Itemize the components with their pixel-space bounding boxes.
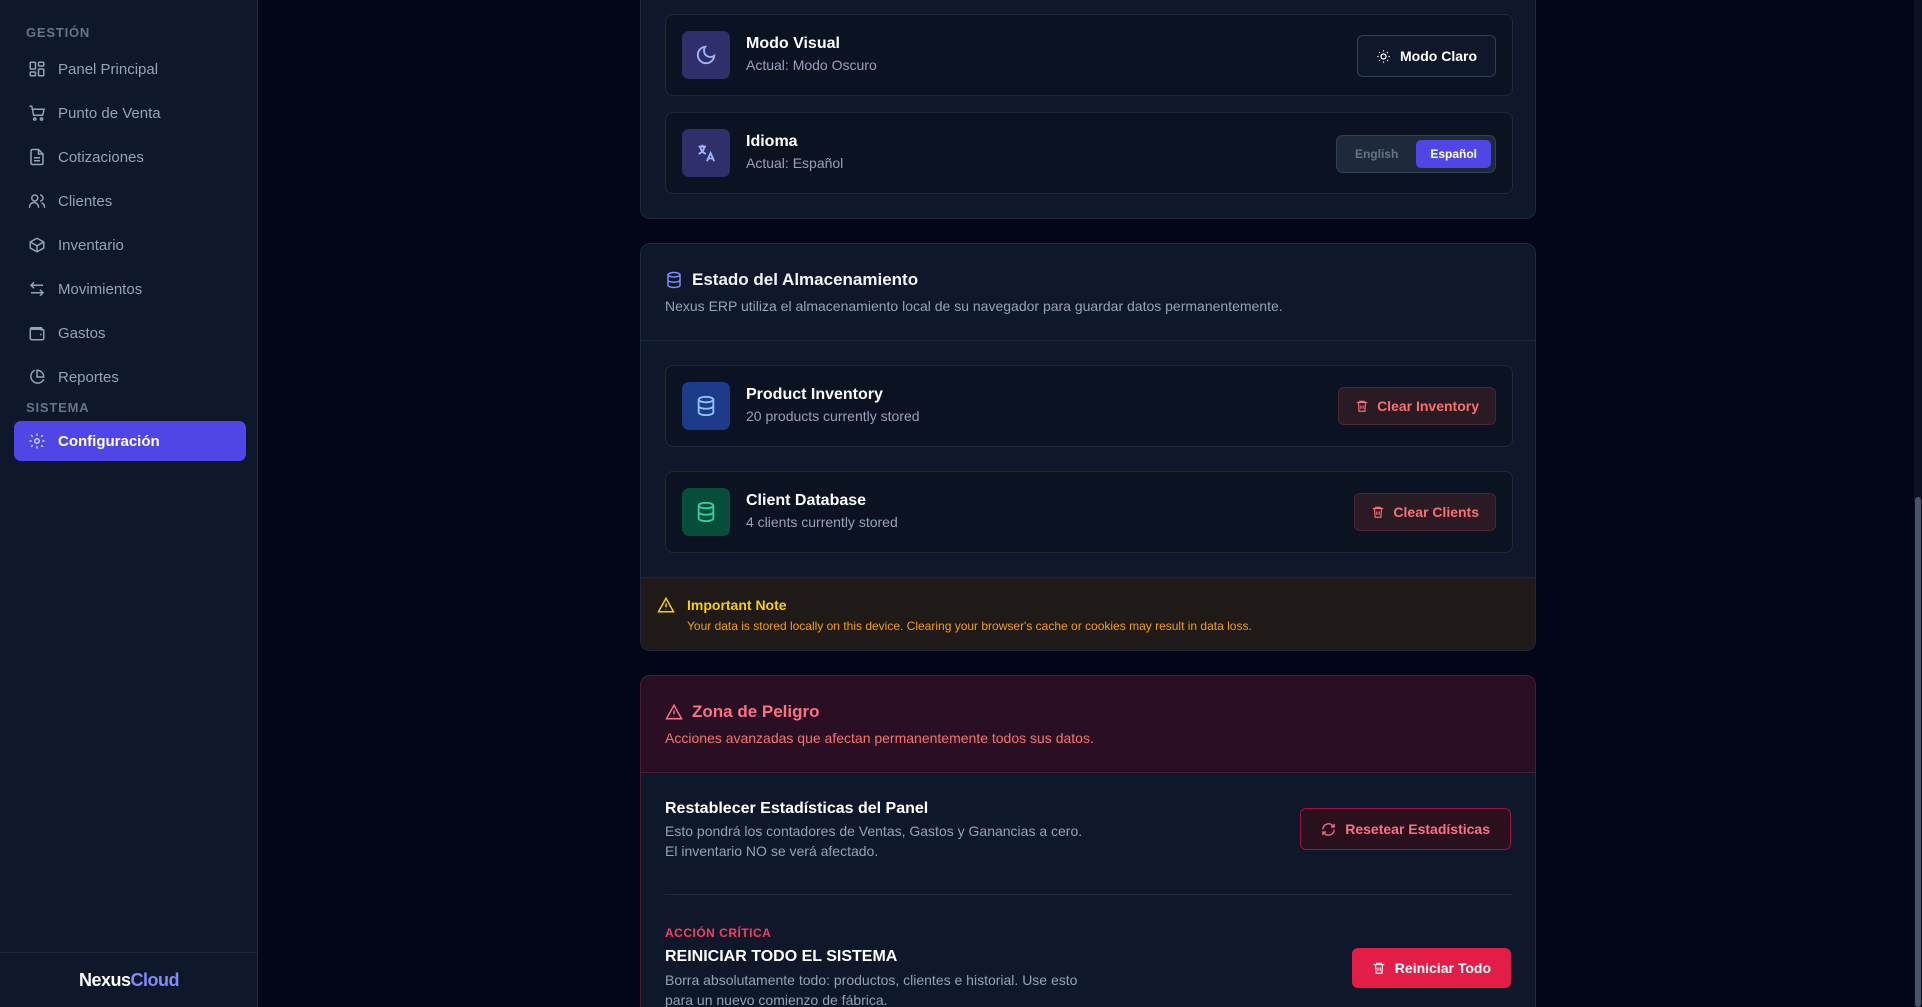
clear-clients-button[interactable]: Clear Clients — [1354, 493, 1496, 531]
client-database-title: Client Database — [746, 492, 867, 509]
clear-clients-label: Clear Clients — [1393, 504, 1479, 520]
sidebar-item-gastos[interactable]: Gastos — [14, 313, 246, 353]
database-icon — [682, 488, 730, 536]
sidebar-item-label: Clientes — [58, 192, 113, 210]
clear-inventory-label: Clear Inventory — [1377, 398, 1479, 414]
light-mode-button[interactable]: Modo Claro — [1357, 35, 1496, 77]
visual-mode-row: Modo Visual Actual: Modo Oscuro Modo Cla… — [665, 14, 1513, 96]
language-title: Idioma — [746, 133, 798, 150]
sidebar-item-label: Configuración — [58, 432, 160, 450]
sidebar-item-label: Cotizaciones — [58, 148, 144, 166]
reset-stats-line2: El inventario NO se verá afectado. — [665, 843, 879, 859]
trash-icon — [1355, 399, 1369, 413]
nav-section-system: SISTEMA — [26, 400, 90, 415]
sidebar-item-configuracion[interactable]: Configuración — [14, 421, 246, 461]
language-row: Idioma Actual: Español English Español — [665, 112, 1513, 194]
clear-inventory-button[interactable]: Clear Inventory — [1338, 387, 1496, 425]
appearance-card: Modo Visual Actual: Modo Oscuro Modo Cla… — [640, 0, 1536, 219]
sidebar-item-label: Panel Principal — [58, 60, 159, 78]
reset-stats-button[interactable]: Resetear Estadísticas — [1300, 808, 1511, 850]
moon-icon — [682, 31, 730, 79]
database-icon — [682, 382, 730, 430]
main-scrollbar[interactable] — [1914, 0, 1922, 1007]
language-option-english[interactable]: English — [1341, 140, 1412, 168]
brand-logo: Nexus Cloud — [0, 952, 258, 1007]
language-option-espanol[interactable]: Español — [1416, 140, 1491, 168]
cart-icon — [27, 103, 47, 123]
visual-mode-current: Actual: Modo Oscuro — [746, 57, 877, 73]
sidebar-item-label: Reportes — [58, 368, 119, 386]
important-note-title: Important Note — [687, 597, 787, 613]
gear-icon — [27, 431, 47, 451]
sidebar-item-label: Punto de Venta — [58, 104, 161, 122]
danger-zone-header: Zona de Peligro Acciones avanzadas que a… — [641, 676, 1535, 773]
important-note: Important Note Your data is stored local… — [641, 577, 1535, 649]
storage-title: Estado del Almacenamiento — [692, 270, 919, 289]
client-database-row: Client Database 4 clients currently stor… — [665, 471, 1513, 553]
brand-name-part2: Cloud — [130, 969, 180, 990]
reboot-all-button-label: Reiniciar Todo — [1394, 960, 1491, 976]
storage-header: Estado del Almacenamiento — [665, 270, 918, 290]
sidebar-item-label: Movimientos — [58, 280, 143, 298]
database-icon — [665, 271, 683, 289]
sidebar-item-reportes[interactable]: Reportes — [14, 357, 246, 397]
refresh-icon — [1321, 822, 1336, 837]
storage-card: Estado del Almacenamiento Nexus ERP util… — [640, 243, 1536, 651]
language-toggle: English Español — [1335, 135, 1496, 173]
danger-zone-divider — [665, 894, 1513, 895]
language-current: Actual: Español — [746, 155, 844, 171]
danger-zone-card: Zona de Peligro Acciones avanzadas que a… — [640, 675, 1536, 1007]
users-icon — [27, 191, 47, 211]
visual-mode-title: Modo Visual — [746, 35, 840, 52]
sidebar-item-punto-de-venta[interactable]: Punto de Venta — [14, 93, 246, 133]
important-note-text: Your data is stored locally on this devi… — [687, 619, 1252, 633]
storage-description: Nexus ERP utiliza el almacenamiento loca… — [665, 298, 1283, 314]
pie-chart-icon — [27, 367, 47, 387]
sidebar-item-inventario[interactable]: Inventario — [14, 225, 246, 265]
storage-divider — [641, 340, 1535, 341]
sidebar-item-label: Gastos — [58, 324, 106, 342]
product-inventory-row: Product Inventory 20 products currently … — [665, 365, 1513, 447]
reboot-system-title: REINICIAR TODO EL SISTEMA — [665, 948, 898, 965]
sun-icon — [1376, 49, 1391, 64]
sidebar-item-movimientos[interactable]: Movimientos — [14, 269, 246, 309]
sidebar: GESTIÓN Panel Principal Punto de Venta C… — [0, 0, 258, 1007]
brand-name-part1: Nexus — [78, 969, 131, 990]
arrows-icon — [27, 279, 47, 299]
reboot-system-line1: Borra absolutamente todo: productos, cli… — [665, 972, 1078, 988]
reboot-system-line2: para un nuevo comienzo de fábrica. — [665, 992, 888, 1007]
sidebar-item-panel-principal[interactable]: Panel Principal — [14, 49, 246, 89]
app-root: GESTIÓN Panel Principal Punto de Venta C… — [0, 0, 1922, 1007]
danger-zone-title: Zona de Peligro — [692, 702, 820, 721]
critical-action-label: ACCIÓN CRÍTICA — [665, 926, 772, 940]
wallet-icon — [27, 323, 47, 343]
alert-triangle-icon — [665, 703, 683, 721]
sidebar-item-clientes[interactable]: Clientes — [14, 181, 246, 221]
reboot-all-button[interactable]: Reiniciar Todo — [1351, 948, 1511, 988]
warning-icon — [657, 596, 675, 614]
light-mode-button-label: Modo Claro — [1400, 48, 1477, 64]
client-database-count: 4 clients currently stored — [746, 514, 898, 530]
dashboard-icon — [27, 59, 47, 79]
reset-stats-title: Restablecer Estadísticas del Panel — [665, 800, 929, 817]
product-inventory-count: 20 products currently stored — [746, 408, 920, 424]
reset-stats-line1: Esto pondrá los contadores de Ventas, Ga… — [665, 823, 1083, 839]
reset-stats-button-label: Resetear Estadísticas — [1345, 821, 1490, 837]
danger-zone-description: Acciones avanzadas que afectan permanent… — [665, 730, 1094, 746]
document-icon — [27, 147, 47, 167]
translate-icon — [682, 129, 730, 177]
box-icon — [27, 235, 47, 255]
scrollbar-thumb[interactable] — [1915, 497, 1921, 1007]
product-inventory-title: Product Inventory — [746, 386, 883, 403]
trash-icon — [1371, 505, 1385, 519]
sidebar-item-label: Inventario — [58, 236, 124, 254]
danger-zone-heading: Zona de Peligro — [665, 702, 820, 722]
trash-icon — [1372, 961, 1386, 975]
nav-section-management: GESTIÓN — [26, 25, 91, 40]
sidebar-item-cotizaciones[interactable]: Cotizaciones — [14, 137, 246, 177]
